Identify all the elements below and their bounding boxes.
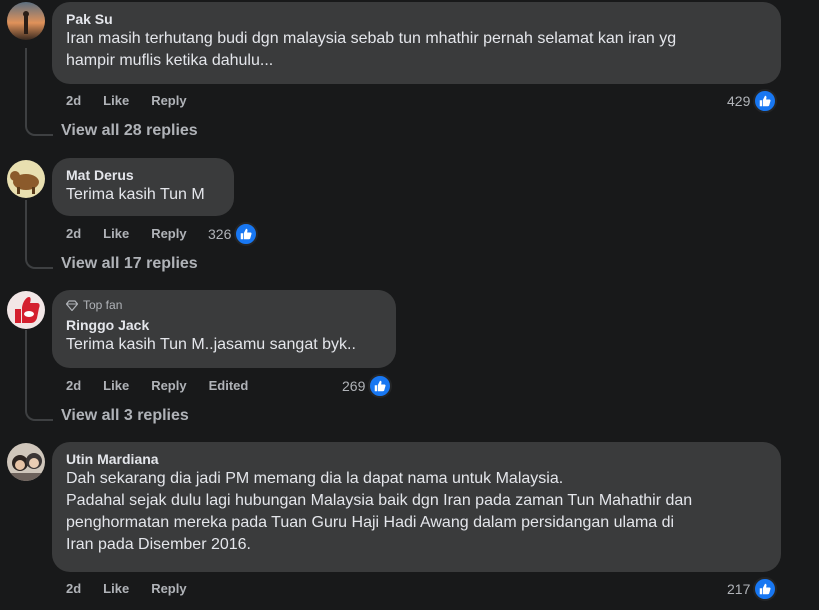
comment-actions: 2d Like Reply <box>66 226 209 241</box>
like-button[interactable]: Like <box>103 378 129 393</box>
avatar[interactable] <box>7 291 45 329</box>
thread-line <box>25 48 27 124</box>
comment-bubble: Top fan Ringgo Jack Terima kasih Tun M..… <box>52 290 396 368</box>
reaction-count-value: 217 <box>727 581 751 597</box>
comment-actions: 2d Like Reply <box>66 93 209 108</box>
thumbs-up-icon <box>234 222 259 246</box>
comment-text-line: penghormatan mereka pada Tuan Guru Haji … <box>66 514 675 531</box>
like-button[interactable]: Like <box>103 581 129 596</box>
thread-elbow <box>25 407 53 421</box>
thumbs-up-icon <box>368 374 393 398</box>
like-button[interactable]: Like <box>103 226 129 241</box>
comment-author[interactable]: Utin Mardiana <box>66 450 767 468</box>
reply-button[interactable]: Reply <box>151 581 186 596</box>
like-button[interactable]: Like <box>103 93 129 108</box>
diamond-icon <box>66 299 78 311</box>
timestamp-link[interactable]: 2d <box>66 93 81 108</box>
avatar[interactable] <box>7 160 45 198</box>
comment-text-line: Iran pada Disember 2016. <box>66 536 251 553</box>
thread-line <box>25 200 27 257</box>
comment-bubble: Utin Mardiana Dah sekarang dia jadi PM m… <box>52 442 781 572</box>
timestamp-link[interactable]: 2d <box>66 226 81 241</box>
comment-text-line: Terima kasih Tun M..jasamu sangat byk.. <box>66 336 356 353</box>
top-fan-badge: Top fan <box>66 298 382 312</box>
view-replies-link[interactable]: View all 17 replies <box>61 255 198 273</box>
avatar[interactable] <box>7 443 45 481</box>
reaction-count[interactable]: 429 <box>727 89 778 113</box>
comment-author[interactable]: Mat Derus <box>66 166 220 184</box>
thread-elbow <box>25 122 53 136</box>
reaction-count-value: 269 <box>342 378 366 394</box>
view-replies-link[interactable]: View all 28 replies <box>61 122 198 140</box>
reaction-count-value: 429 <box>727 93 751 109</box>
reaction-count[interactable]: 269 <box>342 374 393 398</box>
comment-text-line: hampir muflis ketika dahulu... <box>66 52 274 69</box>
comment-actions: 2d Like Reply <box>66 581 209 596</box>
edited-label[interactable]: Edited <box>209 378 249 393</box>
reaction-count-value: 326 <box>208 226 232 242</box>
comment-author[interactable]: Pak Su <box>66 10 767 28</box>
comment-text-line: Iran masih terhutang budi dgn malaysia s… <box>66 30 677 47</box>
thread-line <box>25 330 27 410</box>
avatar[interactable] <box>7 2 45 40</box>
reply-button[interactable]: Reply <box>151 226 186 241</box>
reply-button[interactable]: Reply <box>151 93 186 108</box>
comment-bubble: Mat Derus Terima kasih Tun M <box>52 158 234 216</box>
comment-actions: 2d Like Reply Edited <box>66 378 270 393</box>
comment-author[interactable]: Ringgo Jack <box>66 316 382 334</box>
comment-text-line: Padahal sejak dulu lagi hubungan Malaysi… <box>66 492 693 509</box>
timestamp-link[interactable]: 2d <box>66 581 81 596</box>
thread-elbow <box>25 255 53 269</box>
view-replies-link[interactable]: View all 3 replies <box>61 407 189 425</box>
thumbs-up-icon <box>753 577 778 601</box>
reply-button[interactable]: Reply <box>151 378 186 393</box>
reaction-count[interactable]: 326 <box>208 222 259 246</box>
comment-text-line: Dah sekarang dia jadi PM memang dia la d… <box>66 470 564 487</box>
reaction-count[interactable]: 217 <box>727 577 778 601</box>
comment-bubble: Pak Su Iran masih terhutang budi dgn mal… <box>52 2 781 84</box>
comment-text-line: Terima kasih Tun M <box>66 186 205 203</box>
thumbs-up-icon <box>753 89 778 113</box>
top-fan-label: Top fan <box>83 298 123 312</box>
timestamp-link[interactable]: 2d <box>66 378 81 393</box>
